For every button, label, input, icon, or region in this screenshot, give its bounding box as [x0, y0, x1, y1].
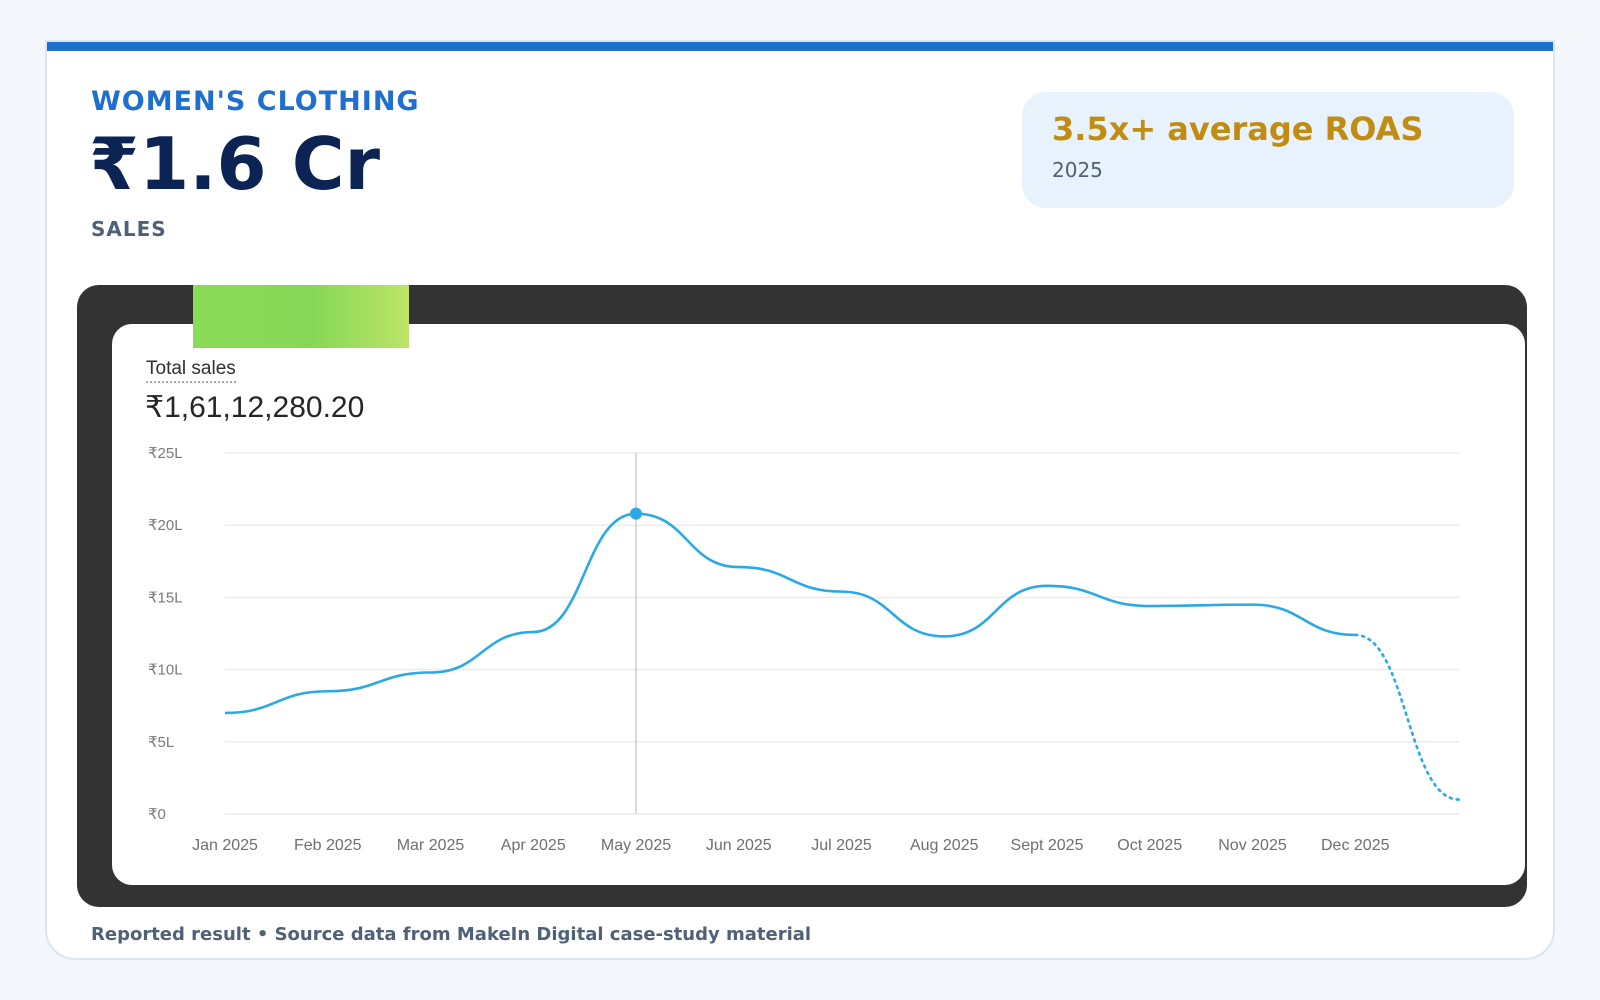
sales-amount: ₹1.6 Cr	[89, 122, 381, 206]
x-tick-label: Nov 2025	[1218, 837, 1287, 854]
x-tick-label: Mar 2025	[397, 837, 465, 854]
y-tick-label: ₹15L	[148, 589, 183, 606]
x-tick-label: Aug 2025	[910, 837, 979, 854]
projected-series-line	[1353, 633, 1461, 801]
x-tick-label: Jul 2025	[811, 837, 872, 854]
source-note: Reported result • Source data from MakeI…	[91, 924, 812, 945]
x-tick-label: Dec 2025	[1321, 837, 1390, 854]
card-accent-bar	[47, 42, 1553, 51]
x-tick-label: Jan 2025	[192, 837, 258, 854]
sales-series-line	[224, 512, 1356, 715]
roas-year: 2025	[1052, 158, 1103, 182]
total-sales-value: ₹1,61,12,280.20	[145, 391, 365, 424]
y-tick-label: ₹10L	[148, 662, 183, 679]
sales-chart-panel: ₹0 ₹5L ₹10L ₹15L ₹20L ₹25L Jan 2025 Feb 2025 Mar…	[112, 324, 1525, 885]
roas-badge: 3.5x+ average ROAS 2025	[1022, 92, 1514, 208]
highlight-tab	[193, 285, 409, 348]
x-tick-label: Feb 2025	[294, 837, 362, 854]
y-tick-label: ₹0	[148, 806, 166, 823]
x-tick-label: May 2025	[601, 837, 671, 854]
total-sales-label: Total sales	[146, 358, 236, 383]
x-tick-label: Apr 2025	[501, 837, 566, 854]
sales-label: SALES	[91, 217, 167, 241]
x-tick-label: Jun 2025	[706, 837, 772, 854]
roas-title: 3.5x+ average ROAS	[1052, 110, 1424, 148]
y-tick-label: ₹5L	[148, 734, 174, 751]
result-card: WOMEN'S CLOTHING ₹1.6 Cr SALES 3.5x+ ave…	[45, 40, 1555, 960]
highlighted-data-point[interactable]	[630, 507, 642, 520]
x-tick-label: Oct 2025	[1117, 837, 1182, 854]
y-tick-label: ₹20L	[148, 517, 183, 534]
y-tick-label: ₹25L	[148, 445, 183, 462]
category-label: WOMEN'S CLOTHING	[91, 86, 420, 117]
x-tick-label: Sept 2025	[1011, 837, 1084, 854]
